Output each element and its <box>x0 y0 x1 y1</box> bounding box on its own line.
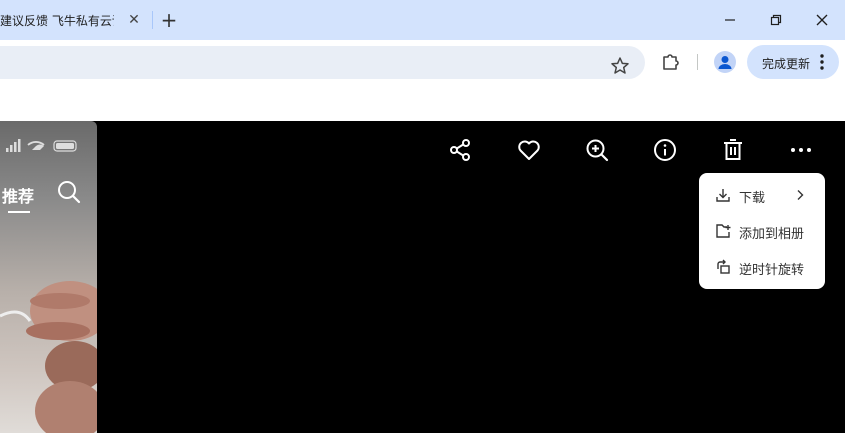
new-tab-button[interactable]: + <box>158 8 180 32</box>
phone-status-icons <box>6 139 77 152</box>
add-to-album-icon <box>716 224 731 238</box>
chevron-right-icon <box>797 190 804 200</box>
tab-separator <box>152 11 153 29</box>
address-bar[interactable] <box>0 46 645 79</box>
browser-toolbar: 完成更新 <box>0 40 845 82</box>
delete-icon[interactable] <box>720 137 746 163</box>
more-icon[interactable] <box>788 137 814 163</box>
close-icon[interactable] <box>799 0 845 40</box>
tab-title: 建议反馈 飞牛私有云论 <box>0 14 114 28</box>
download-icon <box>716 189 730 202</box>
share-icon[interactable] <box>447 137 473 163</box>
info-icon[interactable] <box>652 137 678 163</box>
photo-tab-label: 推荐 <box>2 187 35 206</box>
menu-item-download[interactable]: 下载 <box>699 177 825 213</box>
heart-icon[interactable] <box>516 137 542 163</box>
photo-search-icon <box>58 181 81 204</box>
restore-icon[interactable] <box>753 0 799 40</box>
hand-image <box>0 281 97 433</box>
page-header-area <box>0 82 845 121</box>
toolbar-separator <box>697 54 698 70</box>
more-actions-menu: 下载 添加到相册 逆时针旋转 <box>699 173 825 289</box>
menu-item-rotate-ccw[interactable]: 逆时针旋转 <box>699 249 825 285</box>
menu-item-label: 下载 <box>739 191 766 206</box>
extensions-puzzle-icon[interactable] <box>660 50 682 72</box>
tab-close-icon[interactable]: ✕ <box>124 10 144 30</box>
photo-tab-underline <box>8 211 30 213</box>
photo-image: 推荐 <box>0 121 97 433</box>
update-button[interactable]: 完成更新 <box>747 45 839 79</box>
menu-item-label: 逆时针旋转 <box>739 263 805 278</box>
rotate-ccw-icon <box>717 259 730 274</box>
browser-tab-strip: 建议反馈 飞牛私有云论 ✕ + <box>0 0 845 40</box>
profile-avatar-icon[interactable] <box>714 51 736 73</box>
minimize-icon[interactable] <box>707 0 753 40</box>
menu-item-add-to-album[interactable]: 添加到相册 <box>699 213 825 249</box>
browser-tab[interactable]: 建议反馈 飞牛私有云论 ✕ <box>0 0 150 40</box>
menu-item-label: 添加到相册 <box>739 227 805 242</box>
zoom-in-icon[interactable] <box>584 137 610 163</box>
bookmark-star-icon[interactable] <box>610 56 630 76</box>
update-button-label: 完成更新 <box>762 57 811 71</box>
browser-menu-icon[interactable] <box>816 53 828 71</box>
